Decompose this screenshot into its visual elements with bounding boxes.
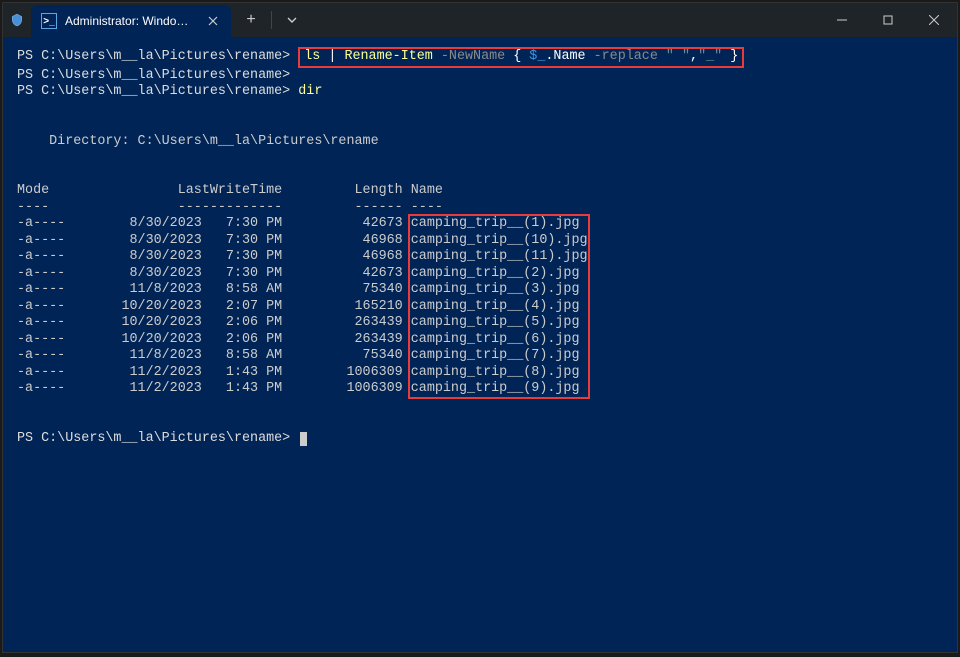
blank-line <box>17 167 943 184</box>
table-row: -a---- 8/30/2023 7:30 PM 46968 camping_t… <box>17 233 943 250</box>
minimize-button[interactable] <box>819 3 865 37</box>
close-tab-icon[interactable] <box>205 13 221 29</box>
new-tab-button[interactable]: + <box>235 4 267 36</box>
table-row: -a---- 10/20/2023 2:07 PM 165210 camping… <box>17 299 943 316</box>
table-header: Mode LastWriteTime Length Name <box>17 183 943 200</box>
terminal-window: >_ Administrator: Windows Powe + PS C: <box>2 2 958 653</box>
terminal-body[interactable]: PS C:\Users\m__la\Pictures\rename> ls | … <box>3 37 957 652</box>
powershell-icon: >_ <box>41 13 57 29</box>
close-button[interactable] <box>911 3 957 37</box>
prompt-current: PS C:\Users\m__la\Pictures\rename> <box>17 431 943 448</box>
table-row: -a---- 11/2/2023 1:43 PM 1006309 camping… <box>17 381 943 398</box>
table-row: -a---- 8/30/2023 7:30 PM 42673 camping_t… <box>17 216 943 233</box>
blank-line <box>17 117 943 134</box>
window-controls <box>819 3 957 37</box>
table-row: -a---- 11/8/2023 8:58 AM 75340 camping_t… <box>17 348 943 365</box>
table-row: -a---- 11/2/2023 1:43 PM 1006309 camping… <box>17 365 943 382</box>
table-dashes: ---- ------------- ------ ---- <box>17 200 943 217</box>
command-line-2: PS C:\Users\m__la\Pictures\rename> <box>17 68 943 85</box>
directory-listing: Mode LastWriteTime Length Name ---- ----… <box>17 183 943 398</box>
tab-active[interactable]: >_ Administrator: Windows Powe <box>31 5 231 37</box>
table-row: -a---- 8/30/2023 7:30 PM 46968 camping_t… <box>17 249 943 266</box>
command-line-3: PS C:\Users\m__la\Pictures\rename> dir <box>17 84 943 101</box>
tab-title: Administrator: Windows Powe <box>65 14 197 28</box>
table-row: -a---- 10/20/2023 2:06 PM 263439 camping… <box>17 315 943 332</box>
table-row: -a---- 10/20/2023 2:06 PM 263439 camping… <box>17 332 943 349</box>
titlebar[interactable]: >_ Administrator: Windows Powe + <box>3 3 957 37</box>
blank-line <box>17 150 943 167</box>
directory-header: Directory: C:\Users\m__la\Pictures\renam… <box>17 134 943 151</box>
table-row: -a---- 11/8/2023 8:58 AM 75340 camping_t… <box>17 282 943 299</box>
divider <box>271 11 272 29</box>
blank-line <box>17 101 943 118</box>
command-line-1: PS C:\Users\m__la\Pictures\rename> ls | … <box>17 47 943 68</box>
table-row: -a---- 8/30/2023 7:30 PM 42673 camping_t… <box>17 266 943 283</box>
highlighted-command: ls | Rename-Item -NewName { $_.Name -rep… <box>298 47 744 68</box>
blank-line <box>17 414 943 431</box>
cursor <box>300 432 307 446</box>
shield-icon <box>3 13 31 27</box>
blank-line <box>17 398 943 415</box>
tab-dropdown-button[interactable] <box>276 4 308 36</box>
maximize-button[interactable] <box>865 3 911 37</box>
